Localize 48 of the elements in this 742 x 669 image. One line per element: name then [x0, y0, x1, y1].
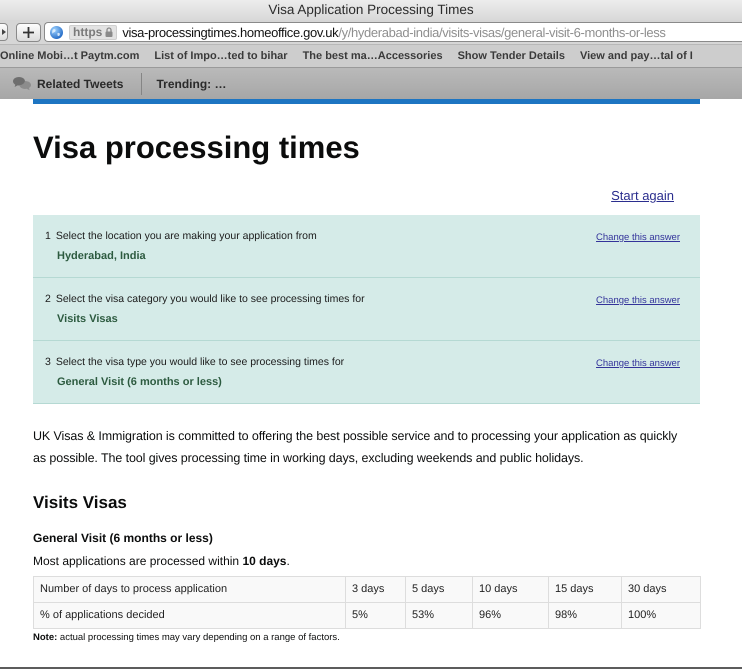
speech-bubbles-icon	[12, 76, 32, 91]
lock-icon	[105, 27, 114, 37]
answer-text: General Visit (6 months or less)	[57, 375, 223, 389]
table-cell: 5%	[346, 602, 406, 628]
related-tweets-button[interactable]: Related Tweets	[12, 76, 124, 91]
window-title: Visa Application Processing Times	[268, 3, 474, 17]
question-text: Select the location you are making your application from	[56, 229, 317, 243]
table-cell: 98%	[548, 602, 622, 628]
table-cell: 10 days	[472, 576, 548, 602]
table-cell: 53%	[406, 602, 472, 628]
change-answer-link[interactable]: Change this answer	[596, 231, 680, 244]
question-number: 2	[45, 292, 51, 306]
globe-icon	[50, 26, 63, 38]
question-number: 3	[45, 355, 51, 369]
answer-text: Hyderabad, India	[57, 249, 147, 263]
page-title: Visa processing times	[33, 129, 361, 167]
bookmark-link[interactable]: The best ma…Accessories	[302, 50, 443, 62]
answer-text: Visits Visas	[57, 312, 119, 326]
bookmark-link[interactable]: View and pay…tal of I	[580, 50, 693, 62]
question-text: Select the visa type you would like to see processing times for	[56, 355, 344, 369]
address-field[interactable]: https visa-processingtimes.homeoffice.gov.uk/y/hyderabad-india/visits-visas/general-visit-6-months-or-less	[44, 22, 742, 42]
table-cell: 30 days	[622, 576, 700, 602]
table-cell: 96%	[472, 602, 548, 628]
toolbar-button[interactable]	[0, 23, 8, 41]
table-cell: 5 days	[406, 576, 472, 602]
table-cell: % of applications decided	[34, 602, 346, 628]
note-text: Note: actual processing times may vary depending on a range of factors.	[33, 632, 341, 644]
change-answer-link[interactable]: Change this answer	[596, 357, 680, 370]
table-cell: 3 days	[346, 576, 406, 602]
table-cell: 15 days	[548, 576, 622, 602]
question-text: Select the visa category you would like to see processing times for	[56, 292, 365, 306]
start-again-link[interactable]: Start again	[611, 187, 674, 205]
section-heading: Visits Visas	[33, 492, 128, 514]
triangle-icon	[2, 29, 6, 35]
visa-type-heading: General Visit (6 months or less)	[33, 530, 214, 547]
summary-text: Most applications are processed within 10 days.	[33, 553, 291, 570]
new-tab-button[interactable]	[16, 22, 41, 42]
bookmark-link[interactable]: List of Impo…ted to bihar	[154, 50, 288, 62]
table-cell: 100%	[622, 602, 700, 628]
url-text: visa-processingtimes.homeoffice.gov.uk/y/hyderabad-india/visits-visas/general-visit-6-months-or-less	[122, 26, 666, 38]
table-cell: Number of days to process application	[34, 576, 346, 602]
plus-icon	[23, 26, 34, 38]
change-answer-link[interactable]: Change this answer	[596, 294, 680, 307]
bookmark-link[interactable]: Show Tender Details	[458, 50, 565, 62]
trending-button[interactable]: Trending: …	[156, 78, 226, 90]
bookmark-link[interactable]: Online Mobi…t Paytm.com	[0, 50, 140, 62]
question-number: 1	[45, 229, 51, 243]
intro-paragraph: UK Visas & Immigration is committed to offering the best possible service and to processing your application as quickly as possible. The tool gives processing time in working days, excluding weekends and public holidays.	[33, 428, 678, 467]
